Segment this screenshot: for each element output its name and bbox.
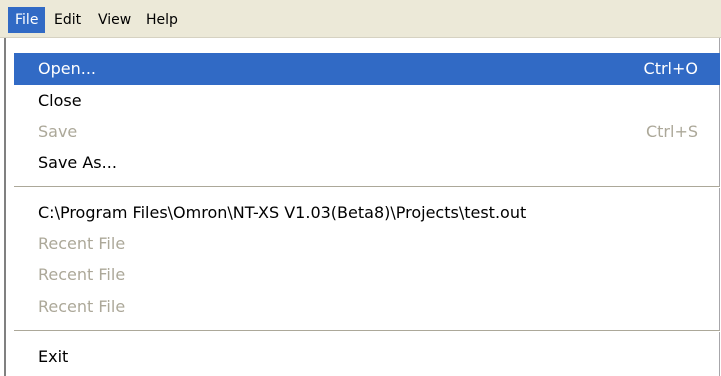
menu-edit[interactable]: Edit — [47, 7, 88, 33]
exit-label: Exit — [38, 347, 69, 366]
save-shortcut: Ctrl+S — [645, 122, 698, 141]
recent-file-3-label: Recent File — [38, 265, 126, 284]
menu-item-exit[interactable]: Exit — [14, 341, 720, 373]
menu-help[interactable]: Help — [139, 7, 185, 33]
recent-file-4-label: Recent File — [38, 297, 126, 316]
close-label: Close — [38, 91, 82, 110]
menu-item-recent-file-1[interactable]: C:\Program Files\Omron\NT-XS V1.03(Beta8… — [14, 197, 720, 229]
menu-item-recent-file-2: Recent File — [14, 228, 720, 260]
menu-separator — [14, 330, 720, 332]
menu-item-recent-file-3: Recent File — [14, 259, 720, 291]
recent-file-1-label: C:\Program Files\Omron\NT-XS V1.03(Beta8… — [38, 203, 527, 222]
open-label: Open... — [38, 59, 96, 78]
menu-item-close[interactable]: Close — [14, 85, 720, 117]
recent-file-2-label: Recent File — [38, 234, 126, 253]
menu-item-save: Save Ctrl+S — [14, 116, 720, 148]
menu-bar: File Edit View Help — [0, 0, 721, 38]
menu-separator — [14, 186, 720, 188]
save-as-label: Save As... — [38, 153, 117, 172]
save-label: Save — [38, 122, 78, 141]
menu-item-recent-file-4: Recent File — [14, 291, 720, 323]
menu-file[interactable]: File — [8, 7, 46, 33]
menu-item-save-as[interactable]: Save As... — [14, 147, 720, 179]
menu-item-open[interactable]: Open... Ctrl+O — [14, 53, 720, 85]
open-shortcut: Ctrl+O — [643, 59, 698, 78]
menu-view[interactable]: View — [91, 7, 138, 33]
file-dropdown-menu: Open... Ctrl+O Close Save Ctrl+S Save As… — [4, 38, 720, 376]
